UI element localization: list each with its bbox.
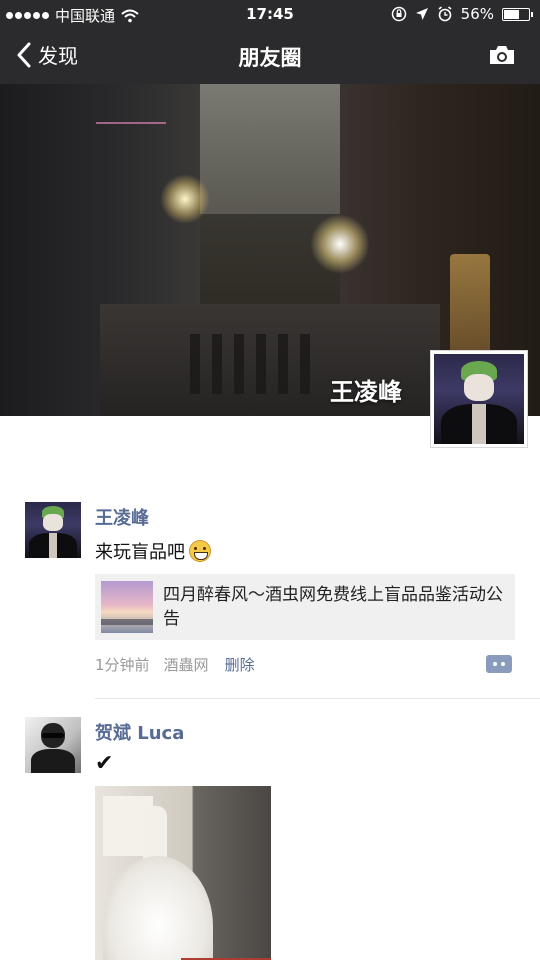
moments-feed: 王凌峰 来玩盲品吧 四月醉春风～酒虫网免费线上盲品品鉴活动公告 1分钟前 酒蟲网…	[0, 488, 540, 960]
divider	[95, 698, 540, 699]
post-author[interactable]: 贺斌 Luca	[95, 703, 540, 745]
feed-post: 贺斌 Luca ✔	[0, 703, 540, 960]
shared-link-card[interactable]: 四月醉春风～酒虫网免费线上盲品品鉴活动公告	[95, 574, 515, 640]
feed-post: 王凌峰 来玩盲品吧 四月醉春风～酒虫网免费线上盲品品鉴活动公告 1分钟前 酒蟲网…	[0, 488, 540, 699]
status-bar: 中国联通 17:45 56%	[0, 0, 540, 28]
battery-icon	[502, 7, 533, 21]
location-icon	[415, 8, 428, 20]
alarm-icon	[438, 6, 452, 22]
camera-icon[interactable]	[488, 44, 516, 66]
link-thumbnail	[101, 581, 153, 633]
avatar[interactable]	[25, 502, 81, 558]
post-photo[interactable]	[95, 786, 271, 960]
top-bar: 中国联通 17:45 56% 发现 朋友圈	[0, 0, 540, 84]
post-source[interactable]: 酒蟲网	[164, 654, 209, 675]
link-title: 四月醉春风～酒虫网免费线上盲品品鉴活动公告	[163, 585, 503, 629]
battery-percent: 56%	[460, 5, 494, 23]
post-text-content: 来玩盲品吧	[95, 542, 185, 563]
profile-avatar[interactable]	[430, 350, 528, 448]
nav-bar: 发现 朋友圈	[0, 30, 540, 82]
post-time: 1分钟前	[95, 655, 150, 674]
comment-more-icon[interactable]	[486, 655, 512, 673]
page-title: 朋友圈	[238, 46, 302, 70]
avatar[interactable]	[25, 717, 81, 773]
profile-name[interactable]: 王凌峰	[330, 372, 402, 407]
orientation-lock-icon	[391, 6, 406, 22]
post-text: 来玩盲品吧	[95, 538, 540, 564]
grin-emoji-icon	[189, 540, 211, 562]
post-author[interactable]: 王凌峰	[95, 488, 540, 530]
post-meta: 1分钟前 酒蟲网 删除	[95, 652, 540, 676]
post-text: ✔	[95, 751, 114, 776]
delete-button[interactable]: 删除	[225, 654, 255, 675]
